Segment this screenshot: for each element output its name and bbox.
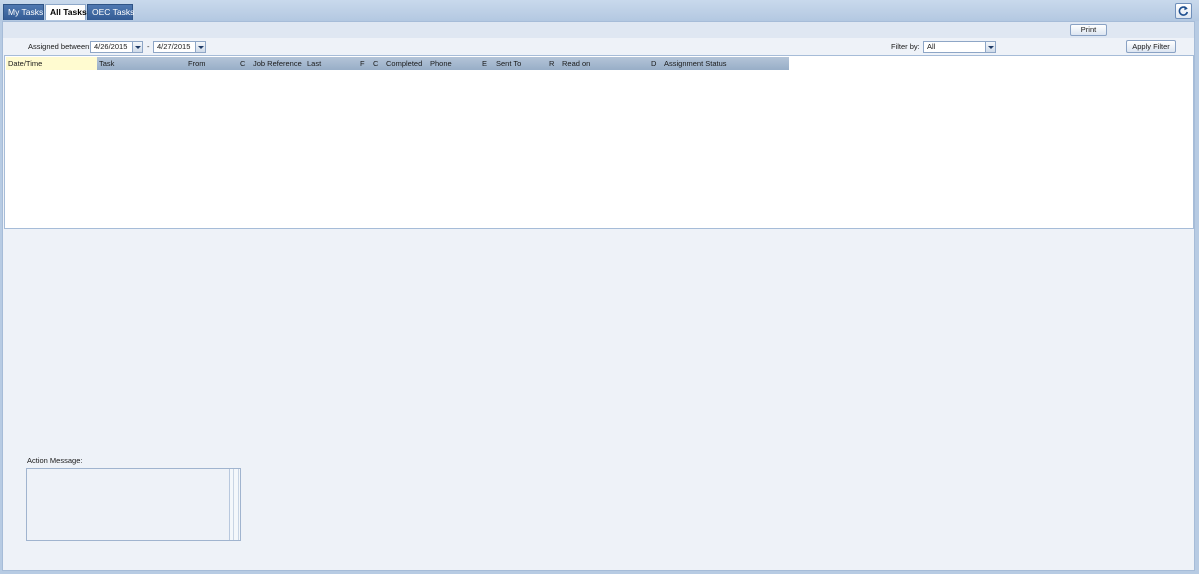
action-message-scrollbar[interactable] <box>229 469 240 540</box>
column-header-d[interactable]: D <box>649 57 662 70</box>
filter-by-label: Filter by: <box>891 42 920 51</box>
tab-bar: My Tasks All Tasks OEC Tasks <box>0 0 1199 21</box>
column-header-f[interactable]: F <box>358 57 371 70</box>
column-header-task[interactable]: Task <box>97 57 186 70</box>
column-header-sent-to[interactable]: Sent To <box>494 57 547 70</box>
tab-all-tasks[interactable]: All Tasks <box>45 4 87 20</box>
refresh-icon <box>1178 6 1189 16</box>
content-panel: Print Assigned between: 4/26/2015 - 4/27… <box>2 21 1195 571</box>
column-header-c[interactable]: C <box>238 57 251 70</box>
task-window: My Tasks All Tasks OEC Tasks Print Assig… <box>0 0 1199 574</box>
action-message-textarea[interactable] <box>26 468 241 541</box>
date-to-picker[interactable]: 4/27/2015 <box>153 41 206 53</box>
action-message-label: Action Message: <box>27 456 83 465</box>
grid-header: Date/Time Task From C Job Reference Last… <box>6 57 789 70</box>
date-to-value: 4/27/2015 <box>157 42 191 51</box>
column-header-date-time[interactable]: Date/Time <box>6 57 97 70</box>
column-header-e[interactable]: E <box>480 57 494 70</box>
tab-oec-tasks[interactable]: OEC Tasks <box>87 4 134 20</box>
column-header-phone[interactable]: Phone <box>428 57 480 70</box>
column-header-completed[interactable]: Completed <box>384 57 428 70</box>
filter-by-value: All <box>927 42 936 51</box>
column-header-read-on[interactable]: Read on <box>560 57 649 70</box>
tasks-grid[interactable]: Date/Time Task From C Job Reference Last… <box>4 55 1194 229</box>
column-header-c2[interactable]: C <box>371 57 384 70</box>
column-header-from[interactable]: From <box>186 57 238 70</box>
chevron-down-icon[interactable] <box>195 42 205 52</box>
assigned-between-label: Assigned between: <box>28 42 92 51</box>
refresh-button[interactable] <box>1175 3 1192 19</box>
chevron-down-icon[interactable] <box>985 42 995 52</box>
column-header-r[interactable]: R <box>547 57 560 70</box>
tab-my-tasks[interactable]: My Tasks <box>3 4 44 20</box>
apply-filter-button[interactable]: Apply Filter <box>1126 40 1176 53</box>
chevron-down-icon[interactable] <box>132 42 142 52</box>
print-button[interactable]: Print <box>1070 24 1107 36</box>
date-from-picker[interactable]: 4/26/2015 <box>90 41 143 53</box>
filter-by-select[interactable]: All <box>923 41 996 53</box>
column-header-job-reference[interactable]: Job Reference <box>251 57 305 70</box>
date-range-separator: - <box>147 42 150 51</box>
column-header-assignment-status[interactable]: Assignment Status <box>662 57 789 70</box>
top-toolbar-strip <box>3 22 1194 38</box>
date-from-value: 4/26/2015 <box>94 42 128 51</box>
column-header-last[interactable]: Last <box>305 57 358 70</box>
